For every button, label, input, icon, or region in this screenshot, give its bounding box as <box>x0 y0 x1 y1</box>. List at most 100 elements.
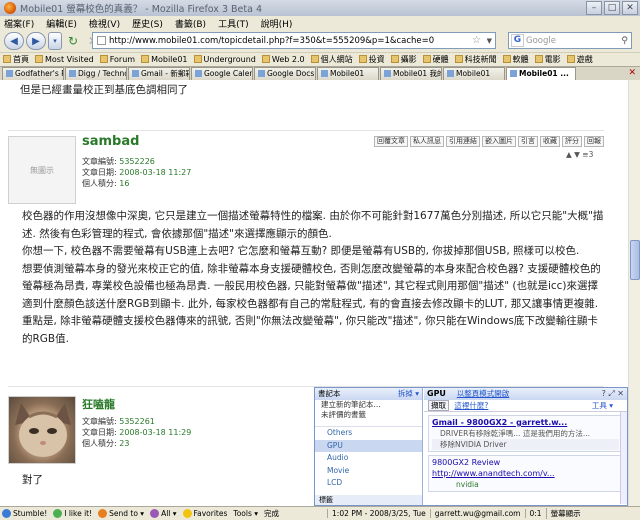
search-box[interactable]: G Google ⚲ <box>508 32 632 49</box>
notebook-scrollbar[interactable] <box>620 412 627 504</box>
rate-button[interactable]: 評分 <box>562 136 582 147</box>
bookmark-most-visited[interactable]: Most Visited <box>35 55 94 64</box>
note-snippet: DRIVER有移除乾淨嗎... 這是我們用的方法... <box>440 429 590 438</box>
report-button[interactable]: 回報 <box>584 136 604 147</box>
notebook-item-others[interactable]: Others <box>315 427 422 440</box>
post-author[interactable]: 狂嗑龍 <box>82 396 115 412</box>
maximize-button[interactable]: □ <box>604 1 620 15</box>
tab-mobile01-b[interactable]: Mobile01 我的... <box>380 67 442 80</box>
notebook-item-movie[interactable]: Movie <box>315 465 422 478</box>
bookmark-photo[interactable]: 攝影 <box>390 54 417 65</box>
tools-button[interactable]: Tools ▾ <box>233 509 258 518</box>
folder-icon <box>193 55 202 63</box>
vote-controls[interactable]: ▲ ▼ ≡3 <box>566 150 593 159</box>
labels-footer[interactable]: 標籤 <box>315 495 422 505</box>
stumble-icon <box>2 509 11 518</box>
search-icon[interactable]: ⚲ <box>621 36 628 46</box>
unrated-bookmarks-link[interactable]: 未評價的書籤 <box>315 410 422 420</box>
all-icon <box>150 509 160 518</box>
menu-view[interactable]: 檢視(V) <box>89 17 120 30</box>
page-scrollbar[interactable] <box>628 80 640 506</box>
create-notebook-link[interactable]: 建立新的筆記本... <box>315 400 422 410</box>
notebook-title-bar: GPU 以整頁模式開啟 ? ⤢ ✕ <box>424 388 627 400</box>
search-placeholder: Google <box>526 35 556 46</box>
gmail-account[interactable]: garrett.wu@gmail.com <box>429 509 525 518</box>
navigation-toolbar: ◀ ▶ ▾ ↻ ✕ http://www.mobile01.com/topicd… <box>0 30 640 52</box>
note-link[interactable]: http://www.anandtech.com/v... <box>432 469 555 478</box>
bookmark-hardware[interactable]: 硬體 <box>422 54 449 65</box>
note-item[interactable]: Gmail - 9800GX2 - garrett.w... DRIVER有移除… <box>428 415 623 452</box>
bookmark-personal[interactable]: 個人網站 <box>310 54 353 65</box>
url-text: http://www.mobile01.com/topicdetail.php?… <box>109 35 435 46</box>
bookmark-mobile01[interactable]: Mobile01 <box>141 55 188 64</box>
scrollbar-thumb[interactable] <box>630 240 640 280</box>
google-engine-icon[interactable]: G <box>511 34 524 47</box>
notebook-list-panel: 書記本 拆掉 ▾ 建立新的筆記本... 未評價的書籤 Others GPU Au… <box>315 388 423 505</box>
note-title[interactable]: 9800GX2 Review <box>432 458 500 467</box>
note-item[interactable]: 9800GX2 Review http://www.anandtech.com/… <box>428 455 623 492</box>
tab-mobile01-c[interactable]: Mobile01 <box>443 67 505 80</box>
notebook-title: GPU <box>427 389 446 398</box>
tab-digg[interactable]: Digg / Technolo... <box>65 67 127 80</box>
quote-button[interactable]: 引言 <box>518 136 538 147</box>
tab-mobile01-active[interactable]: Mobile01 ... <box>506 67 576 80</box>
url-bar[interactable]: http://www.mobile01.com/topicdetail.php?… <box>92 32 496 49</box>
history-dropdown-icon[interactable]: ▾ <box>48 32 62 50</box>
forward-button[interactable]: ▶ <box>26 32 46 50</box>
post-meta: 文章編號: 5352261 文章日期: 2008-03-18 11:29 個人積… <box>82 417 192 448</box>
menu-tools[interactable]: 工具(T) <box>218 17 249 30</box>
back-button[interactable]: ◀ <box>4 32 24 50</box>
favorite-button[interactable]: 收藏 <box>540 136 560 147</box>
bookmark-movie[interactable]: 電影 <box>534 54 561 65</box>
menu-edit[interactable]: 編輯(E) <box>46 17 77 30</box>
tab-google-calendar[interactable]: Google Calendar <box>191 67 253 80</box>
like-button[interactable]: I like it! <box>53 509 92 518</box>
bookmark-home[interactable]: 首頁 <box>3 54 29 65</box>
post-body: 對了 <box>22 474 43 486</box>
close-button[interactable]: ✕ <box>622 1 638 15</box>
close-tab-icon[interactable]: ✕ <box>628 68 636 78</box>
menu-history[interactable]: 歷史(S) <box>132 17 163 30</box>
bookmark-software[interactable]: 軟體 <box>502 54 529 65</box>
tab-mobile01-a[interactable]: Mobile01 <box>317 67 379 80</box>
menu-bookmarks[interactable]: 書籤(B) <box>175 17 206 30</box>
clip-button[interactable]: 擷取 <box>428 400 449 411</box>
post-author[interactable]: sambad <box>82 134 139 149</box>
notebook-item-lcd[interactable]: LCD <box>315 477 422 490</box>
stumble-button[interactable]: Stumble! <box>2 509 47 518</box>
favorites-button[interactable]: Favorites <box>182 509 227 518</box>
post-paragraph: 校色器的作用沒想像中深奧, 它只是建立一個描述螢幕特性的檔案. 由於你不可能針對… <box>22 210 604 240</box>
tab-strip: Godfather's Per... Digg / Technolo... Gm… <box>0 66 640 80</box>
note-title[interactable]: Gmail - 9800GX2 - garrett.w... <box>432 417 619 428</box>
popup-controls[interactable]: ? ⤢ ✕ <box>602 388 624 400</box>
tab-google-docs[interactable]: Google Docs - F... <box>254 67 316 80</box>
embed-image-button[interactable]: 嵌入圖片 <box>482 136 516 147</box>
whats-this-link[interactable]: 這裡什麼? <box>454 401 488 410</box>
private-message-button[interactable]: 私人訊息 <box>410 136 444 147</box>
all-button[interactable]: All ▾ <box>150 509 177 518</box>
menu-help[interactable]: 說明(H) <box>261 17 293 30</box>
url-dropdown-icon[interactable]: ▼ <box>487 37 492 45</box>
tab-favicon-icon <box>132 70 139 77</box>
bookmark-games[interactable]: 遊戲 <box>566 54 593 65</box>
send-to-button[interactable]: Send to ▾ <box>98 509 144 518</box>
bookmark-tech-news[interactable]: 科技新聞 <box>454 54 497 65</box>
reload-icon[interactable]: ↻ <box>64 32 82 50</box>
bookmark-forum[interactable]: Forum <box>99 55 135 64</box>
bookmark-star-icon[interactable]: ☆ <box>472 35 481 46</box>
bookmark-invest[interactable]: 投資 <box>358 54 385 65</box>
notebook-item-audio[interactable]: Audio <box>315 452 422 465</box>
reply-button[interactable]: 回覆文章 <box>374 136 408 147</box>
minimize-button[interactable]: – <box>586 1 602 15</box>
notebook-header-action[interactable]: 拆掉 ▾ <box>398 388 419 400</box>
bookmark-web20[interactable]: Web 2.0 <box>261 55 305 64</box>
tab-godfather[interactable]: Godfather's Per... <box>2 67 64 80</box>
menu-file[interactable]: 檔案(F) <box>4 17 34 30</box>
window-controls: – □ ✕ <box>586 1 638 15</box>
tools-menu[interactable]: 工具 ▾ <box>592 400 613 412</box>
open-full-page-link[interactable]: 以整頁模式開啟 <box>457 389 510 398</box>
tab-gmail[interactable]: Gmail - 新郵箱 -... <box>128 67 190 80</box>
link-button[interactable]: 引用連結 <box>446 136 480 147</box>
notebook-item-gpu[interactable]: GPU <box>315 439 422 452</box>
bookmark-underground[interactable]: Underground <box>193 55 256 64</box>
